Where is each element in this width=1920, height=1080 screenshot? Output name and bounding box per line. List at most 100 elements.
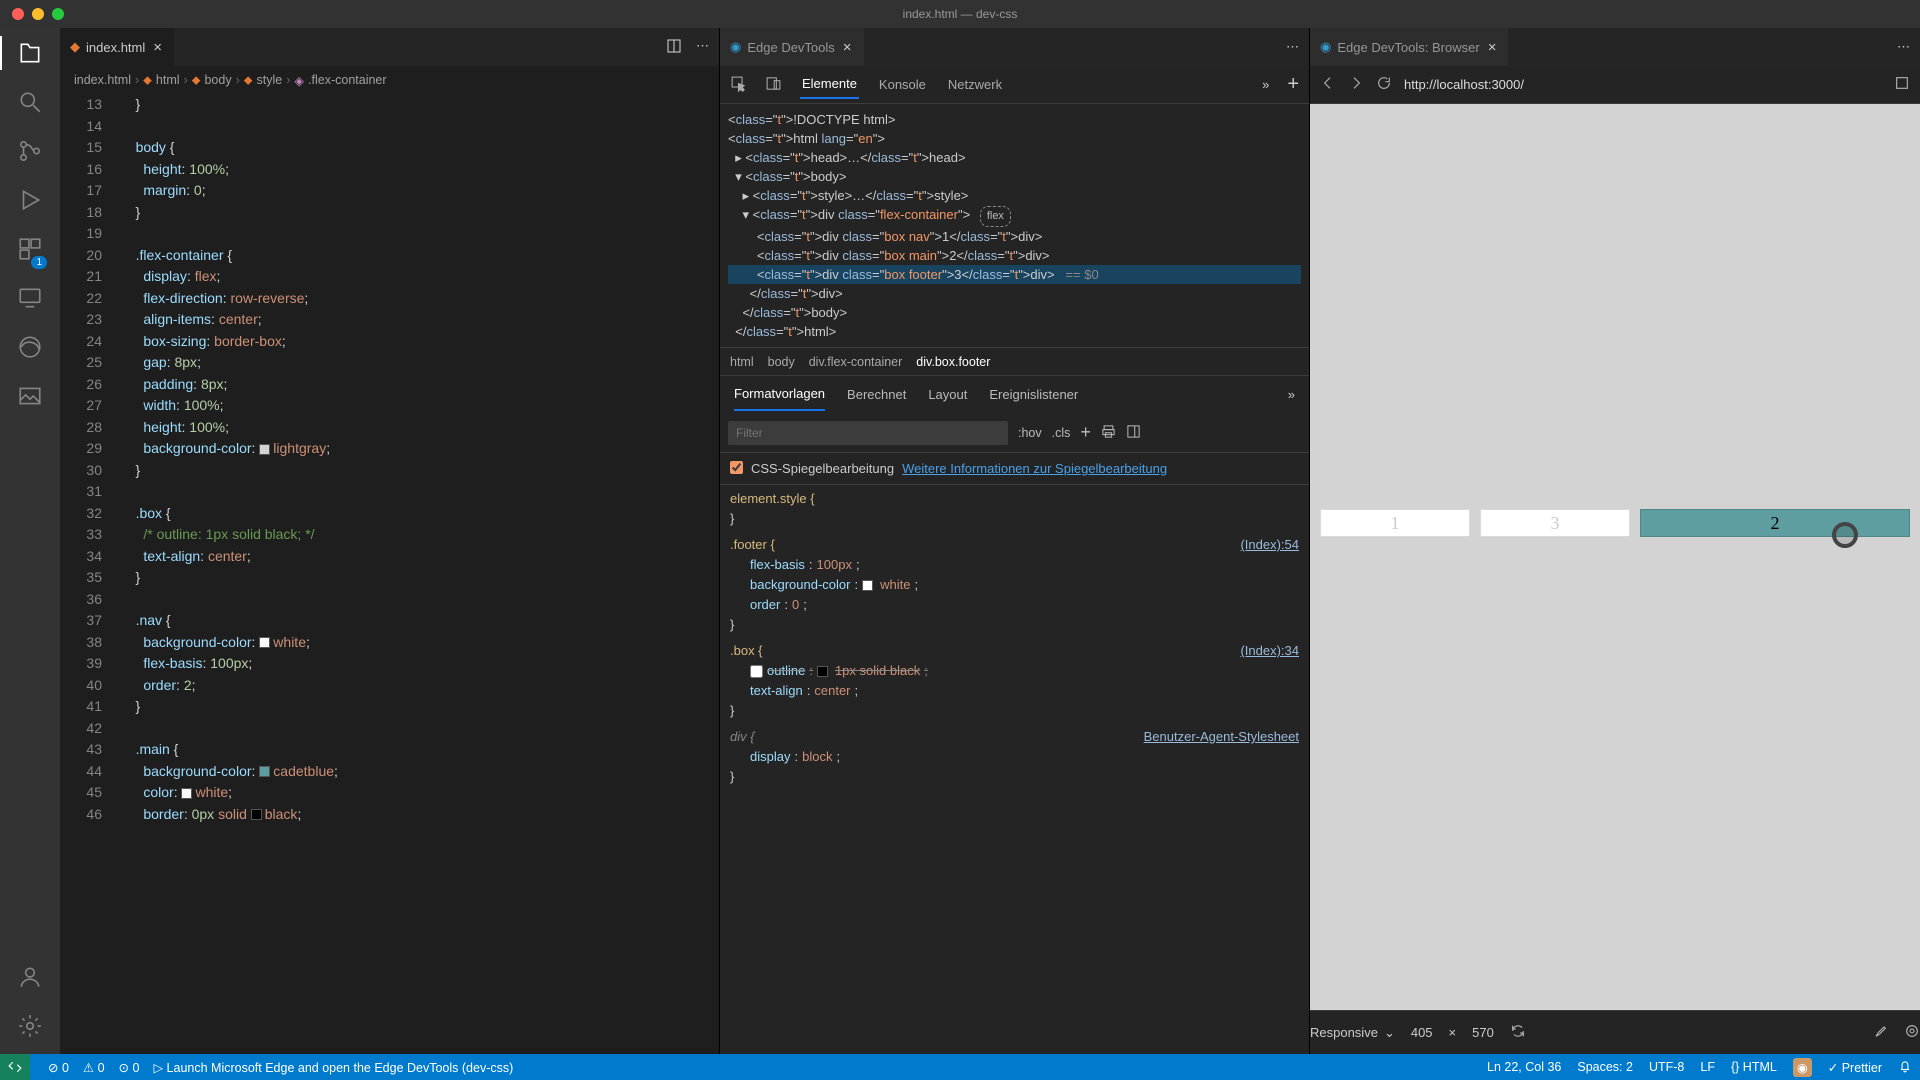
status-bar: ⊘ 0 ⚠ 0 ⊙ 0 ▷ Launch Microsoft Edge and … — [0, 1054, 1920, 1080]
mirror-label: CSS-Spiegelbearbeitung — [751, 461, 894, 476]
browser-toolbar: http://localhost:3000/ — [1310, 66, 1920, 104]
reload-icon[interactable] — [1376, 75, 1392, 94]
tab-elements[interactable]: Elemente — [800, 70, 859, 99]
plus-icon[interactable]: + — [1287, 73, 1299, 96]
edge-tab-icon: ◉ — [730, 39, 741, 55]
tab-console[interactable]: Konsole — [877, 71, 928, 98]
print-icon[interactable] — [1101, 424, 1116, 442]
target-icon[interactable] — [1904, 1023, 1920, 1042]
tab-edge-devtools[interactable]: ◉ Edge DevTools × — [720, 28, 865, 66]
more-icon[interactable]: ⋯ — [1286, 39, 1299, 55]
expand-icon[interactable] — [1894, 75, 1910, 94]
port-forward[interactable]: ⊙ 0 — [119, 1060, 140, 1075]
activity-bar: 1 — [0, 28, 60, 1054]
close-window-icon[interactable] — [12, 8, 24, 20]
render-box-3: 3 — [1480, 509, 1630, 537]
launch-edge-button[interactable]: ▷ Launch Microsoft Edge and open the Edg… — [153, 1060, 513, 1075]
editor-pane: ◆ index.html × ⋯ index.html› ⬥html› ⬥bod… — [60, 28, 720, 1054]
source-control-icon[interactable] — [17, 138, 43, 167]
close-icon[interactable]: × — [1486, 39, 1499, 56]
dimension-bar: Responsive⌄ 405 × 570 — [1310, 1010, 1920, 1054]
mirror-link[interactable]: Weitere Informationen zur Spiegelbearbei… — [902, 461, 1167, 476]
breadcrumb[interactable]: index.html› ⬥html› ⬥body› ⬥style› ◈.flex… — [60, 66, 719, 94]
more-icon[interactable]: ⋯ — [1897, 39, 1910, 55]
touch-cursor-icon — [1832, 522, 1858, 548]
cursor-position[interactable]: Ln 22, Col 36 — [1487, 1060, 1561, 1074]
account-icon[interactable] — [17, 964, 43, 993]
responsive-select[interactable]: Responsive⌄ — [1310, 1025, 1395, 1041]
hov-toggle[interactable]: :hov — [1018, 426, 1042, 440]
extensions-icon[interactable]: 1 — [17, 236, 43, 265]
url-bar[interactable]: http://localhost:3000/ — [1404, 77, 1882, 92]
split-editor-icon[interactable] — [666, 38, 682, 57]
browser-viewport[interactable]: 1 3 2 — [1310, 104, 1920, 1010]
tab-network[interactable]: Netzwerk — [946, 71, 1004, 98]
height-value[interactable]: 570 — [1472, 1025, 1494, 1040]
chevron-down-icon: ⌄ — [1384, 1025, 1395, 1041]
dom-tree[interactable]: <class="t">!DOCTYPE html><class="t">html… — [720, 104, 1309, 347]
device-icon[interactable] — [765, 75, 782, 95]
forward-icon[interactable] — [1348, 75, 1364, 94]
window-controls — [0, 8, 64, 20]
debug-icon[interactable] — [17, 187, 43, 216]
code-editor[interactable]: 1314151617181920212223242526272829303132… — [60, 94, 719, 1054]
tab-styles[interactable]: Formatvorlagen — [734, 378, 825, 411]
tab-index-html[interactable]: ◆ index.html × — [60, 28, 175, 66]
language-mode[interactable]: {} HTML — [1731, 1060, 1777, 1074]
render-box-2: 2 — [1640, 509, 1910, 537]
image-icon[interactable] — [17, 383, 43, 412]
tab-computed[interactable]: Berechnet — [847, 379, 906, 410]
dimension-x: × — [1449, 1025, 1457, 1040]
devtools-pane: ◉ Edge DevTools × ⋯ Elemente Konsole Net… — [720, 28, 1310, 1054]
editor-tabs: ◆ index.html × ⋯ — [60, 28, 719, 66]
edge-icon[interactable] — [17, 334, 43, 363]
extensions-badge: 1 — [31, 256, 47, 269]
remote-explorer-icon[interactable] — [17, 285, 43, 314]
chevron-right-icon[interactable]: » — [1288, 387, 1295, 402]
panel-icon[interactable] — [1126, 424, 1141, 442]
remote-button[interactable] — [0, 1054, 30, 1080]
css-mirror-row: CSS-Spiegelbearbeitung Weitere Informati… — [720, 453, 1309, 485]
close-icon[interactable]: × — [151, 39, 164, 56]
styles-panel[interactable]: element.style {}.footer {(Index):54flex-… — [720, 485, 1309, 1054]
titlebar: index.html — dev-css — [0, 0, 1920, 28]
bell-icon[interactable] — [1898, 1059, 1912, 1076]
html-file-icon: ◆ — [70, 39, 80, 55]
eyedropper-icon[interactable] — [1872, 1023, 1888, 1042]
tab-layout[interactable]: Layout — [928, 379, 967, 410]
width-value[interactable]: 405 — [1411, 1025, 1433, 1040]
devtools-toolbar: Elemente Konsole Netzwerk » + — [720, 66, 1309, 104]
live-icon[interactable]: ◉ — [1793, 1058, 1812, 1077]
tab-listeners[interactable]: Ereignislistener — [989, 379, 1078, 410]
indentation[interactable]: Spaces: 2 — [1577, 1060, 1633, 1074]
inspect-icon[interactable] — [730, 75, 747, 95]
cls-toggle[interactable]: .cls — [1052, 426, 1071, 440]
maximize-window-icon[interactable] — [52, 8, 64, 20]
browser-pane: ◉ Edge DevTools: Browser × ⋯ http://loca… — [1310, 28, 1920, 1054]
more-icon[interactable]: ⋯ — [696, 38, 709, 57]
errors-count[interactable]: ⊘ 0 — [48, 1060, 69, 1075]
minimize-window-icon[interactable] — [32, 8, 44, 20]
styles-toolbar: :hov .cls + — [720, 413, 1309, 453]
window-title: index.html — dev-css — [903, 7, 1018, 21]
tab-label: index.html — [86, 40, 145, 55]
chevron-right-icon[interactable]: » — [1262, 77, 1269, 92]
encoding[interactable]: UTF-8 — [1649, 1060, 1684, 1074]
filter-input[interactable] — [728, 421, 1008, 445]
back-icon[interactable] — [1320, 75, 1336, 94]
eol[interactable]: LF — [1700, 1060, 1715, 1074]
styles-tabs: Formatvorlagen Berechnet Layout Ereignis… — [720, 375, 1309, 413]
explorer-icon[interactable] — [17, 40, 43, 69]
render-box-1: 1 — [1320, 509, 1470, 537]
prettier-status[interactable]: ✓ Prettier — [1828, 1060, 1882, 1075]
dom-breadcrumb[interactable]: html body div.flex-container div.box.foo… — [720, 347, 1309, 375]
rotate-icon[interactable] — [1510, 1023, 1526, 1042]
warnings-count[interactable]: ⚠ 0 — [83, 1060, 105, 1075]
settings-icon[interactable] — [17, 1013, 43, 1042]
search-icon[interactable] — [17, 89, 43, 118]
tab-edge-browser[interactable]: ◉ Edge DevTools: Browser × — [1310, 28, 1509, 66]
close-icon[interactable]: × — [841, 39, 854, 56]
mirror-checkbox[interactable] — [730, 461, 743, 474]
edge-tab-icon: ◉ — [1320, 39, 1331, 55]
plus-icon[interactable]: + — [1080, 422, 1091, 443]
